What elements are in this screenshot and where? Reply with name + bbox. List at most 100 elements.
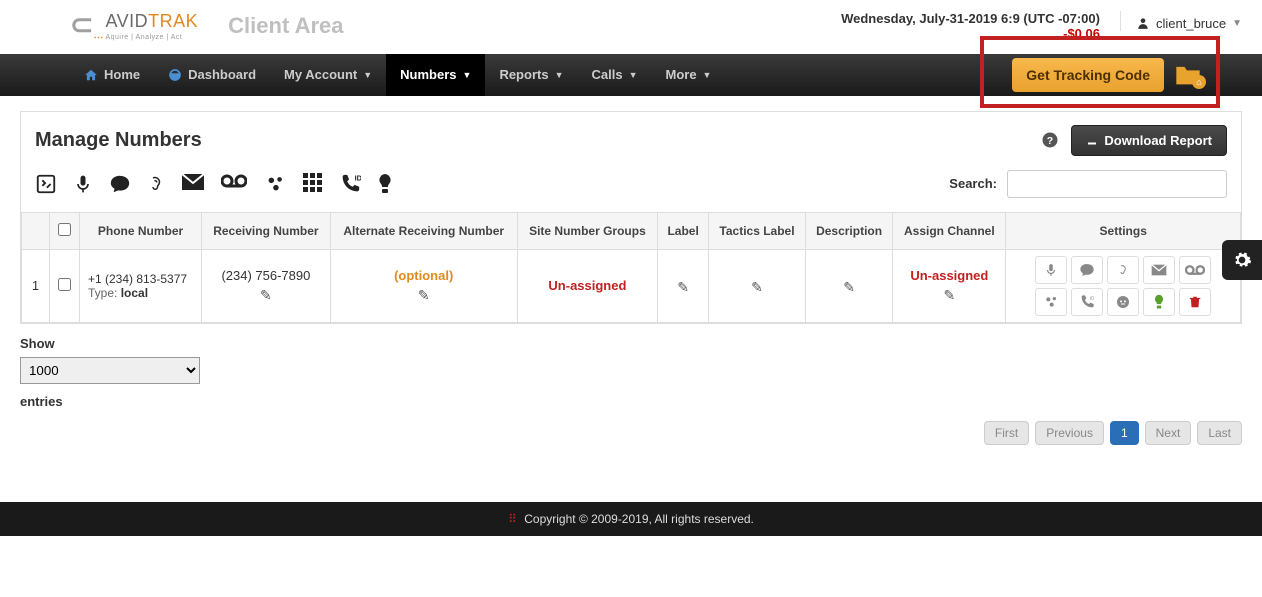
alt-receiving-value: (optional) [339,268,509,283]
nav-calls[interactable]: Calls ▼ [577,54,651,96]
phone-forward-icon[interactable] [35,173,57,195]
download-report-button[interactable]: Download Report [1071,125,1227,156]
edit-icon[interactable]: ✎ [943,287,955,304]
table-footer-controls: Show 1000 entries First Previous 1 Next … [20,324,1242,457]
settings-cell: ID [1006,249,1241,322]
get-tracking-code-button[interactable]: Get Tracking Code [1012,58,1164,92]
col-site-groups[interactable]: Site Number Groups [517,212,658,249]
site-groups-value: Un-assigned [526,278,650,293]
phone-number-cell: +1 (234) 813-5377 Type: local [80,249,202,322]
trash-icon[interactable] [1179,288,1211,316]
svg-text:?: ? [1047,135,1053,147]
mail-icon[interactable] [1143,256,1175,284]
col-alt-receiving[interactable]: Alternate Receiving Number [330,212,517,249]
nav-reports-label: Reports [499,67,548,82]
col-settings[interactable]: Settings [1006,212,1241,249]
balance-label: -$0.06 [841,26,1100,41]
user-icon [1136,16,1150,30]
voicemail-icon[interactable] [221,173,247,195]
chevron-down-icon: ▼ [463,70,472,80]
label-cell: ✎ [658,249,709,322]
search-label: Search: [949,176,997,191]
settings-gear-sidebar[interactable] [1222,240,1262,280]
mail-icon[interactable] [181,173,205,195]
voicemail-icon[interactable] [1179,256,1211,284]
nav-home[interactable]: Home [70,54,154,96]
chat-icon[interactable] [1071,256,1103,284]
show-label: Show [20,336,1242,351]
nav-reports[interactable]: Reports ▼ [485,54,577,96]
logo[interactable]: ⊂⋯ AVIDTRAK Aquire | Analyze | Act [70,8,198,44]
nav-my-account[interactable]: My Account ▼ [270,54,386,96]
entries-select[interactable]: 1000 [20,357,200,384]
mic-icon[interactable] [1035,256,1067,284]
edit-icon[interactable]: ✎ [677,279,689,296]
col-receiving-number[interactable]: Receiving Number [202,212,331,249]
edit-icon[interactable]: ✎ [418,287,430,304]
chevron-down-icon: ▼ [703,70,712,80]
nav-dashboard[interactable]: Dashboard [154,54,270,96]
col-description[interactable]: Description [805,212,892,249]
entries-label: entries [20,394,1242,409]
logo-text-secondary: TRAK [148,11,198,31]
nav-my-account-label: My Account [284,67,357,82]
folder-home-icon: ⌂ [1192,75,1206,89]
folder-icon[interactable]: ⌂ [1174,63,1202,87]
manage-numbers-panel: Manage Numbers ? Download Report [20,111,1242,324]
page-next-button[interactable]: Next [1145,421,1192,445]
help-icon[interactable]: ? [1041,131,1059,149]
ear-icon[interactable] [1107,256,1139,284]
search-input[interactable] [1007,170,1227,198]
topbar: ⊂⋯ AVIDTRAK Aquire | Analyze | Act Clien… [0,0,1262,54]
footer: ⠿ Copyright © 2009-2019, All rights rese… [0,502,1262,536]
chevron-down-icon: ▼ [363,70,372,80]
alt-receiving-cell: (optional) ✎ [330,249,517,322]
toolbar-icons: ID [35,173,393,195]
footer-text: Copyright © 2009-2019, All rights reserv… [524,512,754,526]
col-tactics-label[interactable]: Tactics Label [709,212,806,249]
robot-icon[interactable] [1107,288,1139,316]
col-assign-channel[interactable]: Assign Channel [893,212,1006,249]
nav-more-label: More [665,67,696,82]
phone-type-label: Type: [88,286,121,300]
page-title: Manage Numbers [35,129,202,152]
site-groups-cell: Un-assigned [517,249,658,322]
page-prev-button[interactable]: Previous [1035,421,1104,445]
edit-icon[interactable]: ✎ [843,279,855,296]
select-all-checkbox[interactable] [58,223,71,236]
col-checkbox [50,212,80,249]
user-menu[interactable]: client_bruce ▼ [1120,11,1242,31]
chat-icon[interactable] [109,173,131,195]
col-phone-number[interactable]: Phone Number [80,212,202,249]
download-report-label: Download Report [1104,133,1212,148]
gear-group-icon[interactable] [263,173,287,195]
ear-icon[interactable] [147,173,165,195]
nav-numbers[interactable]: Numbers ▼ [386,54,485,96]
col-index [22,212,50,249]
svg-text:ID: ID [1090,295,1095,300]
bulb-icon[interactable] [377,173,393,195]
grid-icon[interactable] [303,173,323,195]
chevron-down-icon: ▼ [555,70,564,80]
bulb-icon[interactable] [1143,288,1175,316]
col-label[interactable]: Label [658,212,709,249]
download-icon [1086,134,1098,146]
nav-dashboard-label: Dashboard [188,67,256,82]
home-icon [84,68,98,82]
nav-numbers-label: Numbers [400,67,456,82]
logo-tagline: Aquire | Analyze | Act [105,34,198,41]
mic-icon[interactable] [73,173,93,195]
page-last-button[interactable]: Last [1197,421,1242,445]
caller-id-icon[interactable]: ID [339,173,361,195]
edit-icon[interactable]: ✎ [751,279,763,296]
page-1-button[interactable]: 1 [1110,421,1139,445]
edit-icon[interactable]: ✎ [260,287,272,304]
description-cell: ✎ [805,249,892,322]
page-first-button[interactable]: First [984,421,1029,445]
navbar: Home Dashboard My Account ▼ Numbers ▼ Re… [0,54,1262,96]
receiving-number-cell: (234) 756-7890 ✎ [202,249,331,322]
nav-more[interactable]: More ▼ [651,54,725,96]
row-checkbox[interactable] [58,278,71,291]
caller-id-icon[interactable]: ID [1071,288,1103,316]
gear-group-icon[interactable] [1035,288,1067,316]
